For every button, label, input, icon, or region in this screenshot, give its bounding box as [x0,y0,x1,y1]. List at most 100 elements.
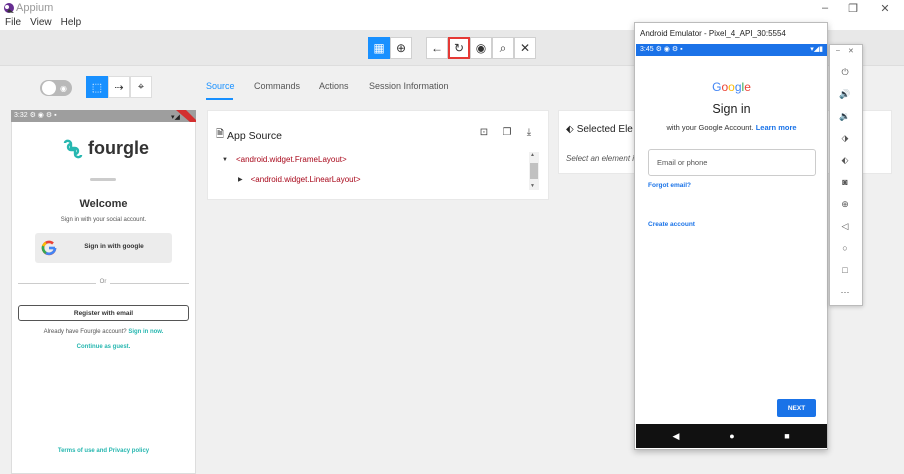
app-source-title: 🗎 App Source [216,127,282,144]
window-title: Appium [16,2,54,14]
signin-heading: Sign in [712,102,751,116]
web-mode-button[interactable]: ⊕ [390,37,412,59]
eye-icon: ◉ [60,84,67,93]
sign-in-now-link[interactable]: Sign in now. [128,329,163,335]
tap-coordinates-button[interactable]: ⌖ [130,76,152,98]
nav-back-icon[interactable]: ◀ [668,428,684,444]
zoom-icon[interactable]: ⊕ [836,197,854,211]
learn-more-link[interactable]: Learn more [756,123,797,132]
or-label: Or [96,279,110,285]
tab-commands[interactable]: Commands [254,81,300,91]
tag-icon: ⬖ [566,124,574,135]
menu-help[interactable]: Help [61,16,82,30]
welcome-heading: Welcome [79,198,128,210]
side-close-icon[interactable]: ✕ [848,47,854,55]
email-field[interactable]: Email or phone [648,149,816,176]
copy-icon[interactable]: ❐ [501,126,513,138]
next-button[interactable]: NEXT [777,399,816,417]
appium-logo-icon [3,2,15,14]
google-logo: Google [712,80,751,94]
sheet-handle [90,178,116,181]
power-icon[interactable]: ⏻ [836,65,854,79]
rotate-right-icon[interactable]: ⬖ [836,153,854,167]
emulator-title: Android Emulator - Pixel_4_API_30:5554 [640,29,786,38]
app-source-label: App Source [227,129,282,142]
continue-guest-link[interactable]: Continue as guest. [11,344,196,350]
already-label: Already have Fourgle account? [43,329,127,335]
close-session-icon: ✕ [519,41,531,55]
select-cursor-icon: ⬚ [91,81,103,94]
terminal-icon[interactable]: ⊡ [478,126,490,138]
tab-actions[interactable]: Actions [319,81,349,91]
welcome-subtitle: Sign in with your social account. [60,217,147,223]
register-email-button[interactable]: Register with email [18,305,189,321]
signin-sub-label: with your Google Account. [666,123,754,132]
swipe-button[interactable]: ⇢ [108,76,130,98]
status-time: 3:45 [640,46,654,53]
volume-up-icon[interactable]: 🔊 [836,87,854,101]
quit-session-button[interactable]: ✕ [514,37,536,59]
signal-battery-icon: ▾◢▮ [810,46,823,53]
active-tab-indicator [206,98,233,100]
svg-text:▾◢: ▾◢ [171,113,181,121]
google-signin-label: Sign in with google [84,243,144,250]
side-minimize-icon[interactable]: – [836,47,840,54]
minimize-button[interactable]: – [810,0,840,16]
crosshair-icon: ⌖ [137,80,145,93]
home-circle-icon[interactable]: ○ [836,241,854,255]
selected-element-title: ⬖ Selected Ele [566,124,633,135]
already-account-text: Already have Fourgle account? Sign in no… [11,329,196,335]
create-account-link[interactable]: Create account [648,221,695,228]
tab-source[interactable]: Source [206,81,235,91]
device-screenshot[interactable] [11,110,196,474]
select-elements-button[interactable]: ⬚ [86,76,108,98]
tree-node-label: <android.widget.FrameLayout> [235,155,347,164]
swipe-arrow-icon: ⇢ [114,81,124,94]
volume-down-icon[interactable]: 🔉 [836,109,854,123]
rotate-left-icon[interactable]: ⬗ [836,131,854,145]
refresh-button[interactable]: ↻ [448,37,470,59]
grid-icon: ▦ [373,41,385,55]
terms-link[interactable]: Terms of use and Privacy policy [11,448,196,454]
caret-down-icon[interactable]: ▼ [222,157,228,163]
menu-view[interactable]: View [30,16,52,30]
search-icon: ⌕ [499,40,507,55]
back-button[interactable]: ← [426,37,448,59]
back-arrow-icon: ← [431,41,443,55]
tree-node-label: <android.widget.LinearLayout> [250,175,361,184]
nav-home-icon[interactable]: ● [724,428,740,444]
tree-node-framelayout[interactable]: ▼ <android.widget.FrameLayout> [222,155,347,164]
toggle-knob [42,81,56,95]
brand-name: fourgle [88,138,149,158]
maximize-button[interactable]: ❐ [838,0,868,16]
more-options-icon[interactable]: ⋯ [836,285,854,299]
source-scrollbar-thumb[interactable] [530,163,538,179]
forgot-email-link[interactable]: Forgot email? [648,182,691,189]
fourgle-logo: fourgle [62,138,149,159]
nav-recents-icon[interactable]: ■ [779,428,795,444]
scroll-down-icon[interactable]: ▼ [530,183,535,189]
camera-icon[interactable]: ◙ [836,175,854,189]
close-window-button[interactable]: ✕ [870,0,900,16]
scroll-up-icon[interactable]: ▲ [530,152,535,158]
tab-session-information[interactable]: Session Information [369,81,449,91]
download-icon[interactable]: ⤓ [523,126,535,138]
native-app-mode-button[interactable]: ▦ [368,37,390,59]
overview-square-icon[interactable]: □ [836,263,854,277]
google-g-icon [41,240,57,256]
selected-element-label: Selected Ele [576,124,633,135]
eye-icon: ◉ [475,41,487,55]
selected-element-hint: Select an element i [566,154,635,163]
menu-file[interactable]: File [5,16,21,30]
signin-subtitle: with your Google Account. Learn more [636,123,827,132]
search-button[interactable]: ⌕ [492,37,514,59]
caret-right-icon[interactable]: ▶ [238,176,243,183]
debug-ribbon: ▾◢ [168,110,196,122]
window-titlebar [0,0,904,16]
tree-node-linearlayout[interactable]: ▶ <android.widget.LinearLayout> [238,175,360,184]
file-icon: 🗎 [216,129,225,140]
globe-icon: ⊕ [395,41,407,55]
show-hide-button[interactable]: ◉ [470,37,492,59]
refresh-icon: ↻ [453,41,465,55]
back-triangle-icon[interactable]: ◁ [836,219,854,233]
